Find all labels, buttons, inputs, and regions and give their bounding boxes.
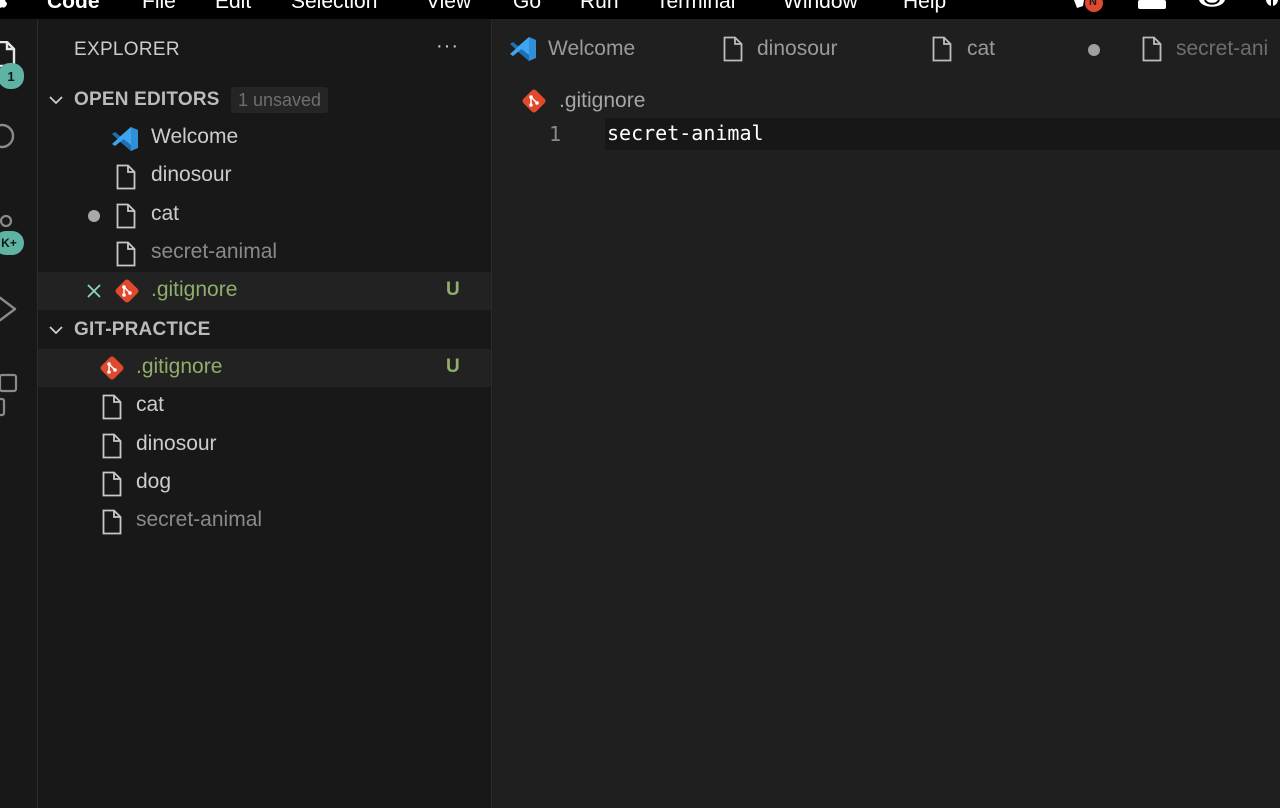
explorer-sidebar: EXPLORER ··· OPEN EDITORS 1 unsaved Welc… <box>38 19 492 808</box>
chevron-down-icon <box>49 326 63 335</box>
file-icon <box>116 203 136 229</box>
vscode-icon <box>510 37 536 61</box>
unsaved-count-badge: 1 unsaved <box>231 87 329 113</box>
menu-selection[interactable]: Selection <box>291 0 377 14</box>
bell-icon[interactable] <box>1070 0 1106 19</box>
menu-go[interactable]: Go <box>513 0 541 14</box>
open-editor-label: .gitignore <box>151 278 238 301</box>
close-icon[interactable] <box>86 283 102 299</box>
tab-label: Welcome <box>548 37 636 60</box>
menu-edit[interactable]: Edit <box>215 0 251 14</box>
notification-badge: N <box>1089 0 1097 8</box>
file-tree-item[interactable]: secret-animal <box>38 502 491 540</box>
user-icon[interactable] <box>1264 0 1280 19</box>
open-editor-item[interactable]: dinosour <box>38 157 491 195</box>
git-icon <box>115 279 139 303</box>
activity-bar: 1 K+ <box>0 19 38 808</box>
unsaved-dot-icon[interactable] <box>1088 44 1100 56</box>
menu-window[interactable]: Window <box>783 0 858 14</box>
open-editor-item[interactable]: Welcome <box>38 119 491 157</box>
wifi-icon[interactable] <box>1197 0 1227 19</box>
folder-header[interactable]: GIT-PRACTICE <box>38 312 491 348</box>
code-line[interactable]: 1 secret-animal <box>493 118 1280 150</box>
file-icon <box>102 394 122 420</box>
file-icon <box>116 164 136 190</box>
file-icon <box>102 471 122 497</box>
editor-area: Welcome dinosour cat secret-ani .gitigno… <box>493 19 1280 808</box>
open-editor-label: cat <box>151 202 180 225</box>
control-center-icon[interactable] <box>1137 0 1167 19</box>
explorer-badge: 1 <box>0 63 24 89</box>
file-tree-item[interactable]: cat <box>38 387 491 425</box>
line-number: 1 <box>549 122 562 146</box>
apple-icon[interactable] <box>0 0 8 10</box>
tab-secret-animal[interactable]: secret-ani <box>1113 19 1280 81</box>
extensions-icon[interactable] <box>0 373 20 417</box>
tab-dinosour[interactable]: dinosour <box>698 19 906 81</box>
open-editor-label: dinosour <box>151 163 232 186</box>
file-tree-item[interactable]: .gitignore U <box>38 349 491 387</box>
file-tree-label: secret-animal <box>136 508 263 531</box>
unsaved-dot-icon[interactable] <box>88 210 100 222</box>
more-actions-icon[interactable]: ··· <box>436 35 459 58</box>
menu-run[interactable]: Run <box>580 0 619 14</box>
open-editors-header[interactable]: OPEN EDITORS 1 unsaved <box>38 82 491 118</box>
file-icon <box>102 509 122 535</box>
git-icon <box>522 89 546 113</box>
tab-cat[interactable]: cat <box>906 19 1113 81</box>
editor-tabs: Welcome dinosour cat secret-ani <box>493 19 1280 81</box>
folder-title: GIT-PRACTICE <box>74 319 211 340</box>
file-icon <box>723 36 743 62</box>
file-tree-label: cat <box>136 393 165 416</box>
open-editor-label: secret-animal <box>151 240 278 263</box>
open-editor-item[interactable]: cat <box>38 196 491 234</box>
macos-menu-bar: Code File Edit Selection View Go Run Ter… <box>0 0 1280 19</box>
file-icon <box>1142 36 1162 62</box>
tab-label: secret-ani <box>1176 37 1269 60</box>
breadcrumb-file[interactable]: .gitignore <box>559 89 645 113</box>
file-icon <box>116 241 136 267</box>
sidebar-title: EXPLORER <box>74 39 180 60</box>
tab-label: cat <box>967 37 996 60</box>
menu-file[interactable]: File <box>142 0 176 14</box>
git-icon <box>100 356 124 380</box>
menu-help[interactable]: Help <box>903 0 946 14</box>
accounts-badge: K+ <box>0 231 24 255</box>
menu-terminal[interactable]: Terminal <box>656 0 735 14</box>
menu-view[interactable]: View <box>426 0 471 14</box>
tab-welcome[interactable]: Welcome <box>493 19 698 81</box>
open-editor-item-active[interactable]: .gitignore U <box>38 272 491 310</box>
open-editors-title: OPEN EDITORS <box>74 89 220 110</box>
open-editor-label: Welcome <box>151 125 239 148</box>
vscode-icon <box>112 127 138 151</box>
run-debug-icon[interactable] <box>0 295 20 323</box>
app-menu[interactable]: Code <box>47 0 100 14</box>
tab-label: dinosour <box>757 37 838 60</box>
chevron-down-icon <box>49 96 63 105</box>
file-icon <box>932 36 952 62</box>
untracked-status: U <box>446 279 460 300</box>
file-tree-item[interactable]: dog <box>38 464 491 502</box>
file-icon <box>102 433 122 459</box>
file-tree-label: .gitignore <box>136 355 223 378</box>
untracked-status: U <box>446 356 460 377</box>
code-text[interactable]: secret-animal <box>607 121 764 145</box>
search-icon[interactable] <box>0 123 18 153</box>
file-tree-label: dinosour <box>136 432 217 455</box>
file-tree-label: dog <box>136 470 172 493</box>
file-tree-item[interactable]: dinosour <box>38 426 491 464</box>
open-editor-item[interactable]: secret-animal <box>38 234 491 272</box>
